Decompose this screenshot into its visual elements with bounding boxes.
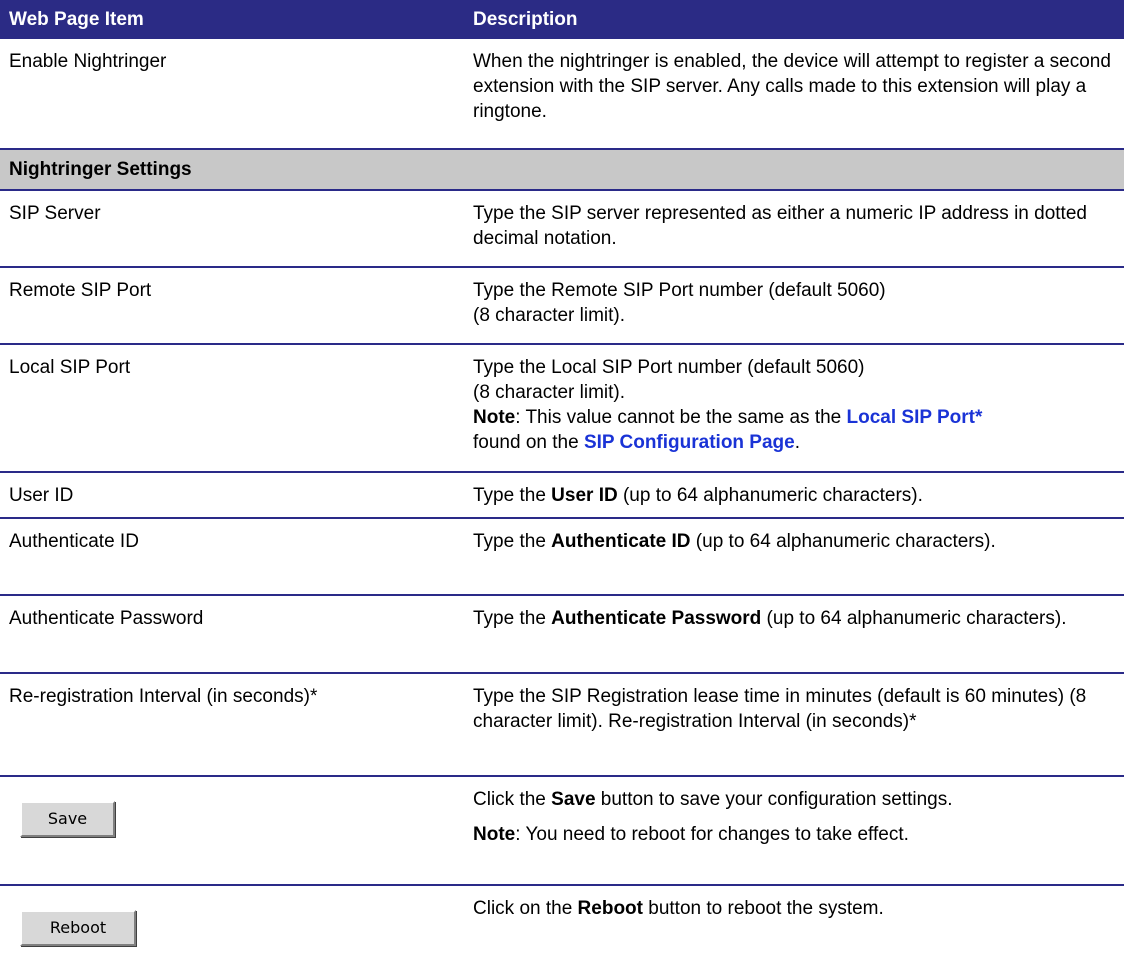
row-authenticate-id: Authenticate ID Type the Authenticate ID… [0, 519, 1124, 596]
settings-table: Web Page Item Description Enable Nightri… [0, 0, 1124, 966]
item-description: Type the Authenticate ID (up to 64 alpha… [473, 519, 1124, 594]
note-text: : This value cannot be the same as the [515, 407, 847, 428]
desc-post: (up to 64 alphanumeric characters). [617, 485, 923, 506]
note-text: found on the [473, 432, 584, 453]
row-save: Save Click the Save button to save your … [0, 777, 1124, 886]
desc-bold: Authenticate Password [551, 608, 762, 629]
item-description: Type the SIP Registration lease time in … [473, 686, 1087, 732]
item-description: Click on the Reboot button to reboot the… [473, 886, 1124, 966]
note-label: Note [473, 407, 516, 428]
desc-line: (8 character limit). [473, 305, 626, 326]
desc-line: (8 character limit). [473, 382, 626, 403]
item-label: Remote SIP Port [9, 280, 152, 301]
desc-line: Type the Local SIP Port number (default … [473, 357, 865, 378]
item-label: User ID [9, 485, 74, 506]
header-web-page-item: Web Page Item [9, 8, 144, 30]
save-button[interactable]: Save [20, 801, 115, 837]
desc-pre: Type the [473, 608, 552, 629]
header-description: Description [473, 8, 578, 30]
note-label: Note [473, 824, 516, 845]
local-sip-port-link[interactable]: Local SIP Port* [847, 407, 983, 428]
row-user-id: User ID Type the User ID (up to 64 alpha… [0, 473, 1124, 519]
row-reboot: Reboot Click on the Reboot button to reb… [0, 886, 1124, 966]
note-line: found on the SIP Configuration Page. [473, 430, 1124, 455]
item-label: Authenticate Password [9, 608, 204, 629]
item-description: Type the Local SIP Port number (default … [473, 345, 1124, 471]
desc-pre: Type the [473, 531, 552, 552]
note-line: Note: You need to reboot for changes to … [473, 822, 1124, 847]
desc-post: (up to 64 alphanumeric characters). [761, 608, 1067, 629]
item-label: Authenticate ID [9, 531, 139, 552]
desc-bold: Authenticate ID [551, 531, 691, 552]
item-label: Local SIP Port [9, 357, 131, 378]
row-remote-sip-port: Remote SIP Port Type the Remote SIP Port… [0, 268, 1124, 345]
item-label: Enable Nightringer [9, 51, 167, 72]
desc-pre: Click the [473, 789, 552, 810]
note-end: . [794, 432, 800, 453]
row-reregistration-interval: Re-registration Interval (in seconds)* T… [0, 674, 1124, 777]
note-line: Note: This value cannot be the same as t… [473, 405, 1124, 430]
desc-bold: Save [551, 789, 596, 810]
desc-bold: Reboot [577, 898, 643, 919]
reboot-cell: Reboot [0, 886, 473, 966]
item-description: Type the SIP server represented as eithe… [473, 203, 1087, 249]
item-label: SIP Server [9, 203, 101, 224]
desc-bold: User ID [551, 485, 618, 506]
row-enable-nightringer: Enable Nightringer When the nightringer … [0, 39, 1124, 150]
item-description: When the nightringer is enabled, the dev… [473, 51, 1111, 122]
desc-line: Type the Remote SIP Port number (default… [473, 280, 886, 301]
reboot-button[interactable]: Reboot [20, 910, 136, 946]
table-header: Web Page Item Description [0, 0, 1124, 39]
row-authenticate-password: Authenticate Password Type the Authentic… [0, 596, 1124, 674]
section-nightringer-settings: Nightringer Settings [0, 150, 1124, 191]
item-description: Type the Authenticate Password (up to 64… [473, 596, 1124, 672]
desc-line: Click the Save button to save your confi… [473, 787, 1124, 812]
row-local-sip-port: Local SIP Port Type the Local SIP Port n… [0, 345, 1124, 473]
item-label: Re-registration Interval (in seconds)* [9, 686, 318, 707]
item-description: Click the Save button to save your confi… [473, 777, 1124, 884]
desc-post: button to save your configuration settin… [595, 789, 953, 810]
sip-configuration-page-link[interactable]: SIP Configuration Page [584, 432, 795, 453]
item-description: Type the User ID (up to 64 alphanumeric … [473, 473, 1124, 517]
item-description: Type the Remote SIP Port number (default… [473, 268, 1124, 343]
save-cell: Save [0, 777, 473, 884]
desc-post: (up to 64 alphanumeric characters). [690, 531, 996, 552]
desc-post: button to reboot the system. [642, 898, 884, 919]
note-text: : You need to reboot for changes to take… [515, 824, 909, 845]
row-sip-server: SIP Server Type the SIP server represent… [0, 191, 1124, 268]
desc-pre: Click on the [473, 898, 578, 919]
desc-pre: Type the [473, 485, 552, 506]
